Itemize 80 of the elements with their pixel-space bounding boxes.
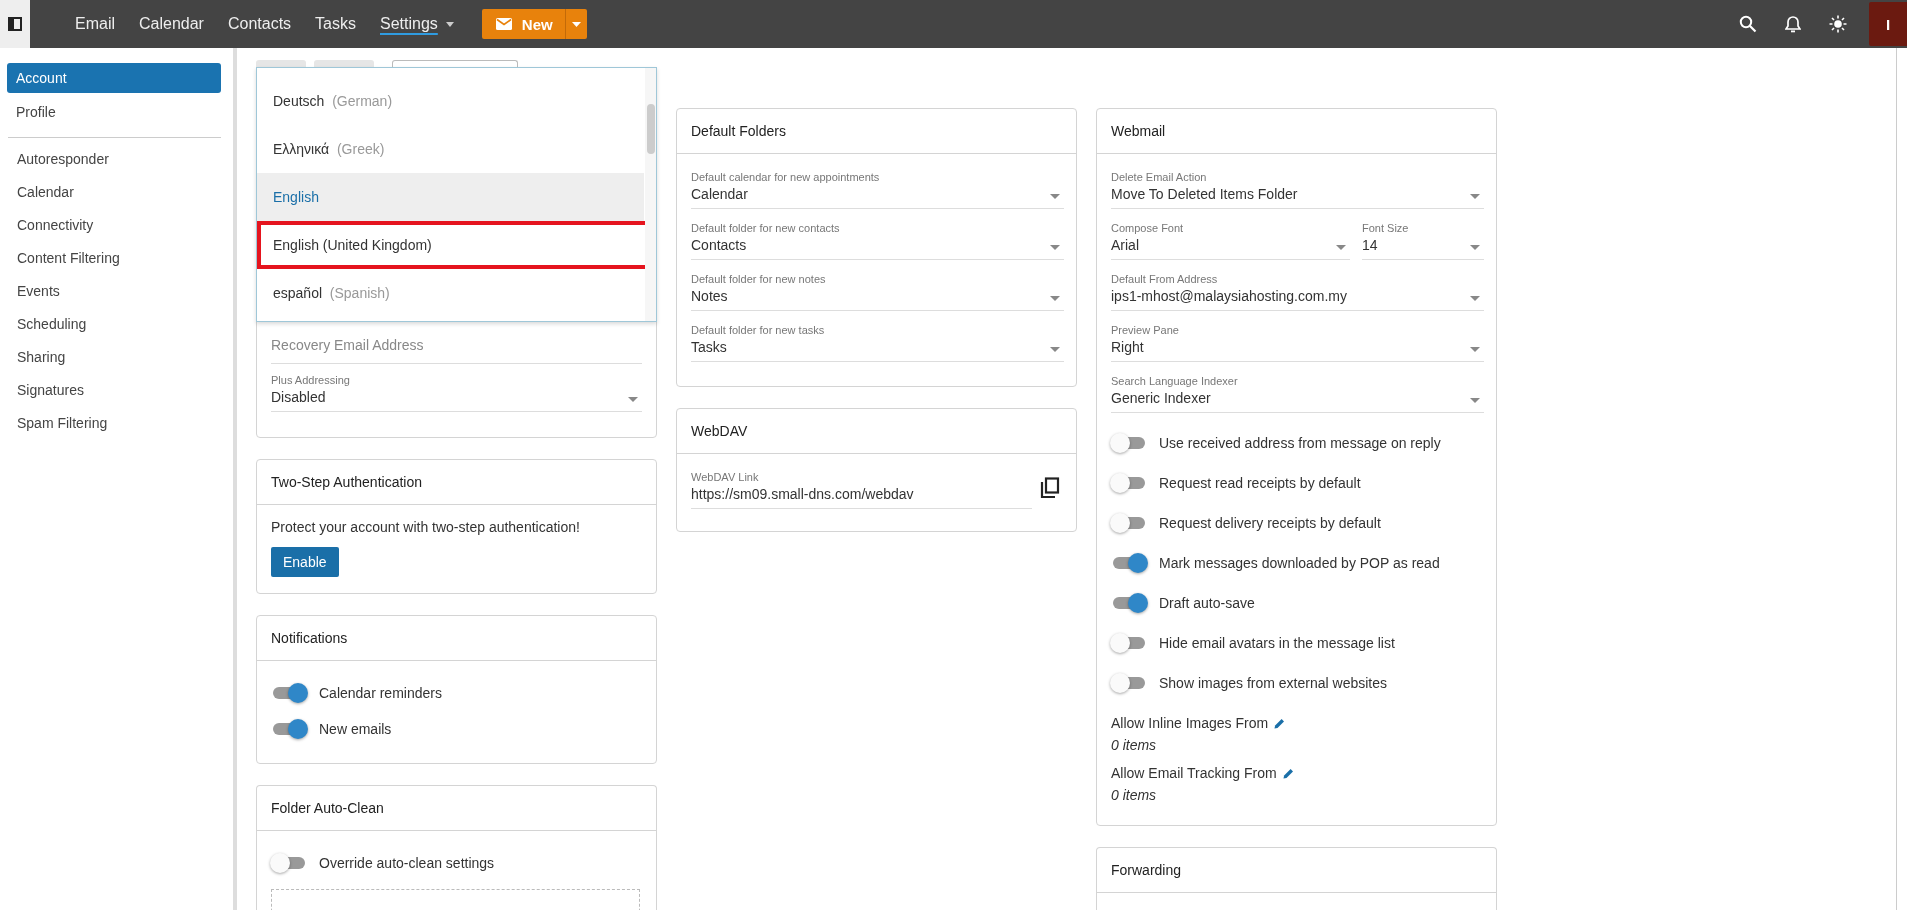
toggle-label: Show images from external websites (1159, 675, 1387, 691)
card-title: Forwarding (1097, 848, 1496, 893)
language-option[interactable]: English (257, 173, 644, 221)
toggle-label: New emails (319, 721, 392, 737)
card-title: Notifications (257, 616, 656, 661)
sidebar-toggle-button[interactable] (0, 0, 30, 48)
avatar[interactable]: I (1869, 2, 1907, 46)
language-option[interactable]: español (Spanish) (257, 269, 644, 317)
card-title: Webmail (1097, 109, 1496, 154)
caret-icon (1470, 296, 1480, 301)
toggle-label: Calendar reminders (319, 685, 442, 701)
item-count: 0 items (1111, 737, 1158, 753)
toggle-label: Hide email avatars in the message list (1159, 635, 1395, 651)
new-menu-button[interactable] (564, 9, 587, 39)
pencil-icon[interactable] (1282, 767, 1294, 779)
folder-dropdown[interactable]: Default folder for new tasks Tasks (691, 321, 1064, 362)
sidebar-item[interactable]: Account (7, 63, 221, 93)
caret-icon (1050, 347, 1060, 352)
setting-dropdown[interactable]: Preview Pane Right (1111, 321, 1484, 362)
caret-icon (1470, 347, 1480, 352)
toggle-label: Draft auto-save (1159, 595, 1255, 611)
webdav-link-field[interactable]: WebDAV Link https://sm09.small-dns.com/webdav (691, 468, 1032, 509)
nav-tab[interactable]: Settings (368, 12, 466, 36)
copy-icon[interactable] (1040, 477, 1060, 499)
setting-dropdown[interactable]: Compose Font Arial (1111, 219, 1350, 260)
card-title: WebDAV (677, 409, 1076, 454)
sidebar-item[interactable]: Sharing (8, 341, 221, 374)
setting-dropdown[interactable]: Font Size 14 (1362, 219, 1484, 260)
nav-tab[interactable]: Contacts (215, 12, 304, 36)
folder-dropdown[interactable]: Default folder for new notes Notes (691, 270, 1064, 311)
envelope-icon (495, 18, 512, 30)
sidebar-item[interactable]: Content Filtering (8, 242, 221, 275)
search-icon[interactable] (1739, 15, 1757, 33)
caret-icon (628, 397, 638, 402)
sidebar-item[interactable]: Autoresponder (8, 143, 221, 176)
caret-icon (1470, 245, 1480, 250)
caret-icon (1470, 194, 1480, 199)
card-title: Two-Step Authentication (257, 460, 656, 505)
language-option[interactable]: Deutsch (German) (257, 77, 644, 125)
folder-dropdown[interactable]: Default folder for new contacts Contacts (691, 219, 1064, 260)
caret-icon (1050, 296, 1060, 301)
language-option[interactable]: Ελληνικά (Greek) (257, 125, 644, 173)
panel-icon (8, 17, 22, 31)
bell-icon[interactable] (1785, 15, 1801, 33)
card-title: Default Folders (677, 109, 1076, 154)
sun-icon[interactable] (1829, 15, 1847, 33)
toggle-label: Request read receipts by default (1159, 475, 1361, 491)
caret-icon (1470, 398, 1480, 403)
caret-icon (1336, 245, 1346, 250)
sidebar-item[interactable]: Profile (7, 96, 221, 129)
toggle-label: Mark messages downloaded by POP as read (1159, 555, 1440, 571)
item-count: 0 items (1111, 787, 1158, 803)
card-title: Folder Auto-Clean (257, 786, 656, 831)
sidebar-item[interactable]: Connectivity (8, 209, 221, 242)
sidebar-item[interactable]: Events (8, 275, 221, 308)
caret-icon (1050, 194, 1060, 199)
toggle-label: Use received address from message on reply (1159, 435, 1441, 451)
caret-icon (571, 21, 581, 27)
setting-dropdown[interactable]: Search Language Indexer Generic Indexer (1111, 372, 1484, 413)
sidebar-item[interactable]: Scheduling (8, 308, 221, 341)
nav-tab[interactable]: Calendar (127, 12, 216, 36)
setting-dropdown[interactable]: Delete Email Action Move To Deleted Items Folder (1111, 168, 1484, 209)
scrollbar[interactable] (645, 68, 656, 321)
nav-tab[interactable]: Email (63, 12, 127, 36)
sidebar-item[interactable]: Signatures (8, 374, 221, 407)
pencil-icon[interactable] (1274, 717, 1286, 729)
sidebar-item[interactable]: Spam Filtering (8, 407, 221, 440)
folder-dropdown[interactable]: Default calendar for new appointments Calendar (691, 168, 1064, 209)
list-title: Allow Email Tracking From (1111, 765, 1277, 781)
recovery-email-field[interactable]: Recovery Email Address (271, 331, 642, 359)
toggle-label: Request delivery receipts by default (1159, 515, 1381, 531)
sidebar-item[interactable]: Calendar (8, 176, 221, 209)
toggle-label: Override auto-clean settings (319, 855, 495, 871)
plus-addressing-dropdown[interactable]: Plus Addressing Disabled (271, 373, 642, 412)
enable-button[interactable]: Enable (271, 547, 339, 577)
caret-icon (1050, 245, 1060, 250)
description-text: Protect your account with two-step authentication! (271, 519, 581, 535)
setting-dropdown[interactable]: Default From Address ips1-mhost@malaysiahosting.com.my (1111, 270, 1484, 311)
nav-tab[interactable]: Tasks (303, 12, 368, 36)
list-title: Allow Inline Images From (1111, 715, 1269, 731)
